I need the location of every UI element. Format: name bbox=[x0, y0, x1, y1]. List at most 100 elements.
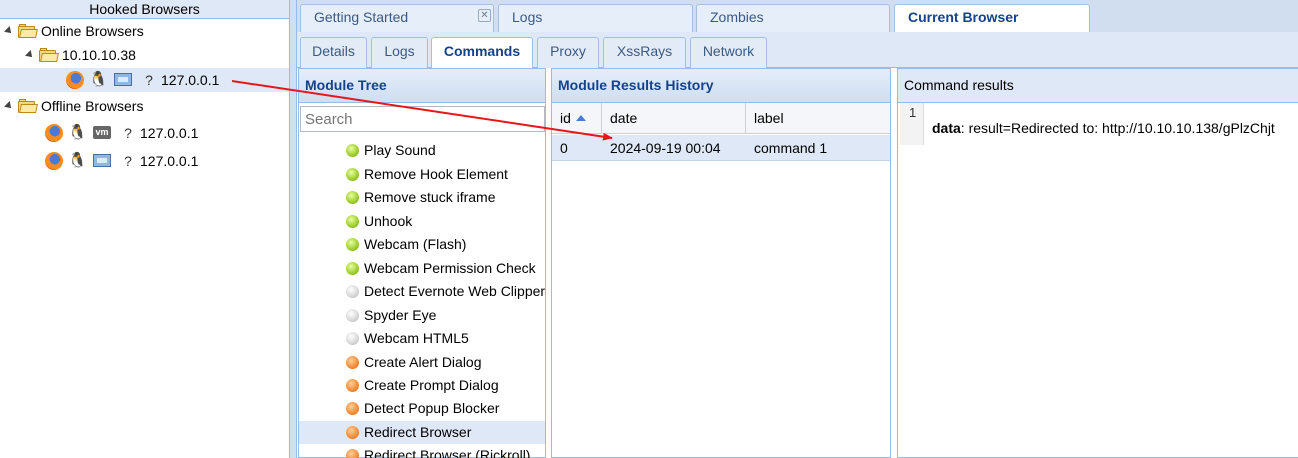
status-orange-icon bbox=[346, 356, 359, 369]
tab-xssrays[interactable]: XssRays bbox=[603, 37, 686, 68]
status-orange-icon bbox=[346, 449, 359, 458]
tab-logs[interactable]: Logs bbox=[498, 4, 693, 32]
module-item[interactable]: Create Alert Dialog bbox=[299, 351, 545, 374]
online-browsers-label: Online Browsers bbox=[41, 23, 144, 39]
cell-date: 2024-09-19 00:04 bbox=[610, 140, 721, 156]
module-label: Redirect Browser bbox=[364, 424, 472, 440]
module-item[interactable]: Webcam HTML5 bbox=[299, 327, 545, 350]
module-item[interactable]: Play Sound bbox=[299, 139, 545, 162]
question-icon: ? bbox=[145, 72, 153, 88]
tab-label: Commands bbox=[443, 43, 521, 59]
tab-getting-started[interactable]: Getting Started ✕ bbox=[300, 4, 494, 32]
module-label: Redirect Browser (Rickroll) bbox=[364, 447, 531, 458]
tree-node-offline-browsers[interactable]: Offline Browsers bbox=[0, 94, 289, 118]
tab-label: Details bbox=[312, 43, 355, 59]
firefox-icon bbox=[66, 71, 84, 89]
module-item[interactable]: Redirect Browser (Rickroll) bbox=[299, 444, 545, 458]
hooked-browser-online[interactable]: 🐧 ? 127.0.0.1 bbox=[0, 68, 289, 92]
cell-id: 0 bbox=[560, 140, 568, 156]
tree-node-online-group[interactable]: 10.10.10.38 bbox=[0, 43, 289, 67]
command-result-text[interactable]: data: result=Redirected to: http://10.10… bbox=[932, 120, 1275, 136]
hooked-browsers-panel: Hooked Browsers Online Browsers 10.10.10… bbox=[0, 0, 289, 458]
module-label: Detect Popup Blocker bbox=[364, 400, 500, 416]
tab-label: Logs bbox=[512, 9, 543, 25]
tab-details[interactable]: Details bbox=[300, 37, 367, 68]
linux-tux-icon: 🐧 bbox=[89, 71, 108, 88]
main-tab-bar: Getting Started ✕ Logs Zombies Current B… bbox=[297, 0, 1298, 32]
results-history-title: Module Results History bbox=[552, 69, 890, 103]
tab-proxy[interactable]: Proxy bbox=[537, 37, 599, 68]
module-label: Create Alert Dialog bbox=[364, 354, 482, 370]
tab-commands[interactable]: Commands bbox=[431, 37, 533, 68]
module-item[interactable]: Redirect Browser bbox=[299, 421, 545, 444]
column-label: label bbox=[754, 110, 784, 126]
browser-ip: 127.0.0.1 bbox=[161, 72, 220, 88]
module-item[interactable]: Spyder Eye bbox=[299, 304, 545, 327]
browser-ip: 127.0.0.1 bbox=[140, 125, 199, 141]
offline-browsers-label: Offline Browsers bbox=[41, 98, 144, 114]
module-item[interactable]: Detect Popup Blocker bbox=[299, 397, 545, 420]
command-results-title: Command results bbox=[898, 69, 1298, 103]
table-row[interactable]: 0 2024-09-19 00:04 command 1 bbox=[552, 135, 890, 161]
tab-zombies[interactable]: Zombies bbox=[696, 4, 890, 32]
linux-tux-icon: 🐧 bbox=[68, 124, 87, 141]
sort-ascending-icon bbox=[575, 115, 586, 121]
module-label: Webcam (Flash) bbox=[364, 236, 467, 252]
module-label: Detect Evernote Web Clipper bbox=[364, 283, 545, 299]
computer-icon bbox=[114, 73, 132, 86]
folder-icon bbox=[18, 99, 38, 113]
folder-icon bbox=[18, 24, 38, 38]
module-item[interactable]: Unhook bbox=[299, 210, 545, 233]
close-icon[interactable]: ✕ bbox=[478, 9, 491, 22]
panel-splitter[interactable] bbox=[289, 0, 297, 458]
status-green-icon bbox=[346, 262, 359, 275]
status-orange-icon bbox=[346, 379, 359, 392]
vmware-icon: vm bbox=[93, 126, 111, 139]
column-header-label[interactable]: label bbox=[746, 103, 890, 133]
module-list: Play Sound Remove Hook Element Remove stuc… bbox=[299, 137, 545, 458]
line-number: 1 bbox=[900, 103, 924, 145]
tab-logs[interactable]: Logs bbox=[371, 37, 428, 68]
status-grey-icon bbox=[346, 332, 359, 345]
module-label: Spyder Eye bbox=[364, 307, 437, 323]
module-item[interactable]: Detect Evernote Web Clipper bbox=[299, 280, 545, 303]
sub-tab-bar: Details Logs Commands Proxy XssRays Netw… bbox=[297, 32, 1298, 68]
expand-triangle-icon[interactable] bbox=[4, 101, 14, 111]
module-item[interactable]: Webcam Permission Check bbox=[299, 257, 545, 280]
module-label: Create Prompt Dialog bbox=[364, 377, 499, 393]
module-item[interactable]: Create Prompt Dialog bbox=[299, 374, 545, 397]
module-label: Play Sound bbox=[364, 142, 436, 158]
tab-network[interactable]: Network bbox=[690, 37, 767, 68]
hooked-browser-offline[interactable]: 🐧 vm ? 127.0.0.1 bbox=[0, 121, 289, 145]
module-label: Webcam Permission Check bbox=[364, 260, 536, 276]
firefox-icon bbox=[45, 152, 63, 170]
status-green-icon bbox=[346, 144, 359, 157]
module-label: Webcam HTML5 bbox=[364, 330, 469, 346]
module-tree-panel: Module Tree Play Sound Remove Hook Elemen… bbox=[298, 68, 546, 458]
module-label: Remove Hook Element bbox=[364, 166, 508, 182]
module-label: Unhook bbox=[364, 213, 413, 229]
module-item[interactable]: Remove stuck iframe bbox=[299, 186, 545, 209]
question-icon: ? bbox=[124, 153, 132, 169]
hooked-browser-offline[interactable]: 🐧 ? 127.0.0.1 bbox=[0, 149, 289, 173]
tab-label: Proxy bbox=[550, 43, 586, 59]
column-header-id[interactable]: id bbox=[552, 103, 602, 133]
column-header-date[interactable]: date bbox=[602, 103, 746, 133]
expand-triangle-icon[interactable] bbox=[25, 50, 35, 60]
module-search-input[interactable] bbox=[300, 106, 545, 132]
tab-label: Getting Started bbox=[314, 9, 409, 25]
status-orange-icon bbox=[346, 426, 359, 439]
module-item[interactable]: Webcam (Flash) bbox=[299, 233, 545, 256]
cell-label: command 1 bbox=[754, 140, 828, 156]
folder-icon bbox=[39, 48, 59, 62]
tree-node-online-browsers[interactable]: Online Browsers bbox=[0, 19, 289, 43]
tab-current-browser[interactable]: Current Browser bbox=[894, 4, 1090, 32]
result-value: : result=Redirected to: http://10.10.10.… bbox=[960, 120, 1275, 136]
column-label: id bbox=[560, 110, 571, 126]
command-results-panel: Command results 1 data: result=Redirecte… bbox=[897, 68, 1298, 458]
question-icon: ? bbox=[124, 125, 132, 141]
module-item[interactable]: Remove Hook Element bbox=[299, 163, 545, 186]
grid-header: id date label bbox=[552, 103, 890, 134]
expand-triangle-icon[interactable] bbox=[4, 26, 14, 36]
tab-label: XssRays bbox=[616, 43, 673, 59]
